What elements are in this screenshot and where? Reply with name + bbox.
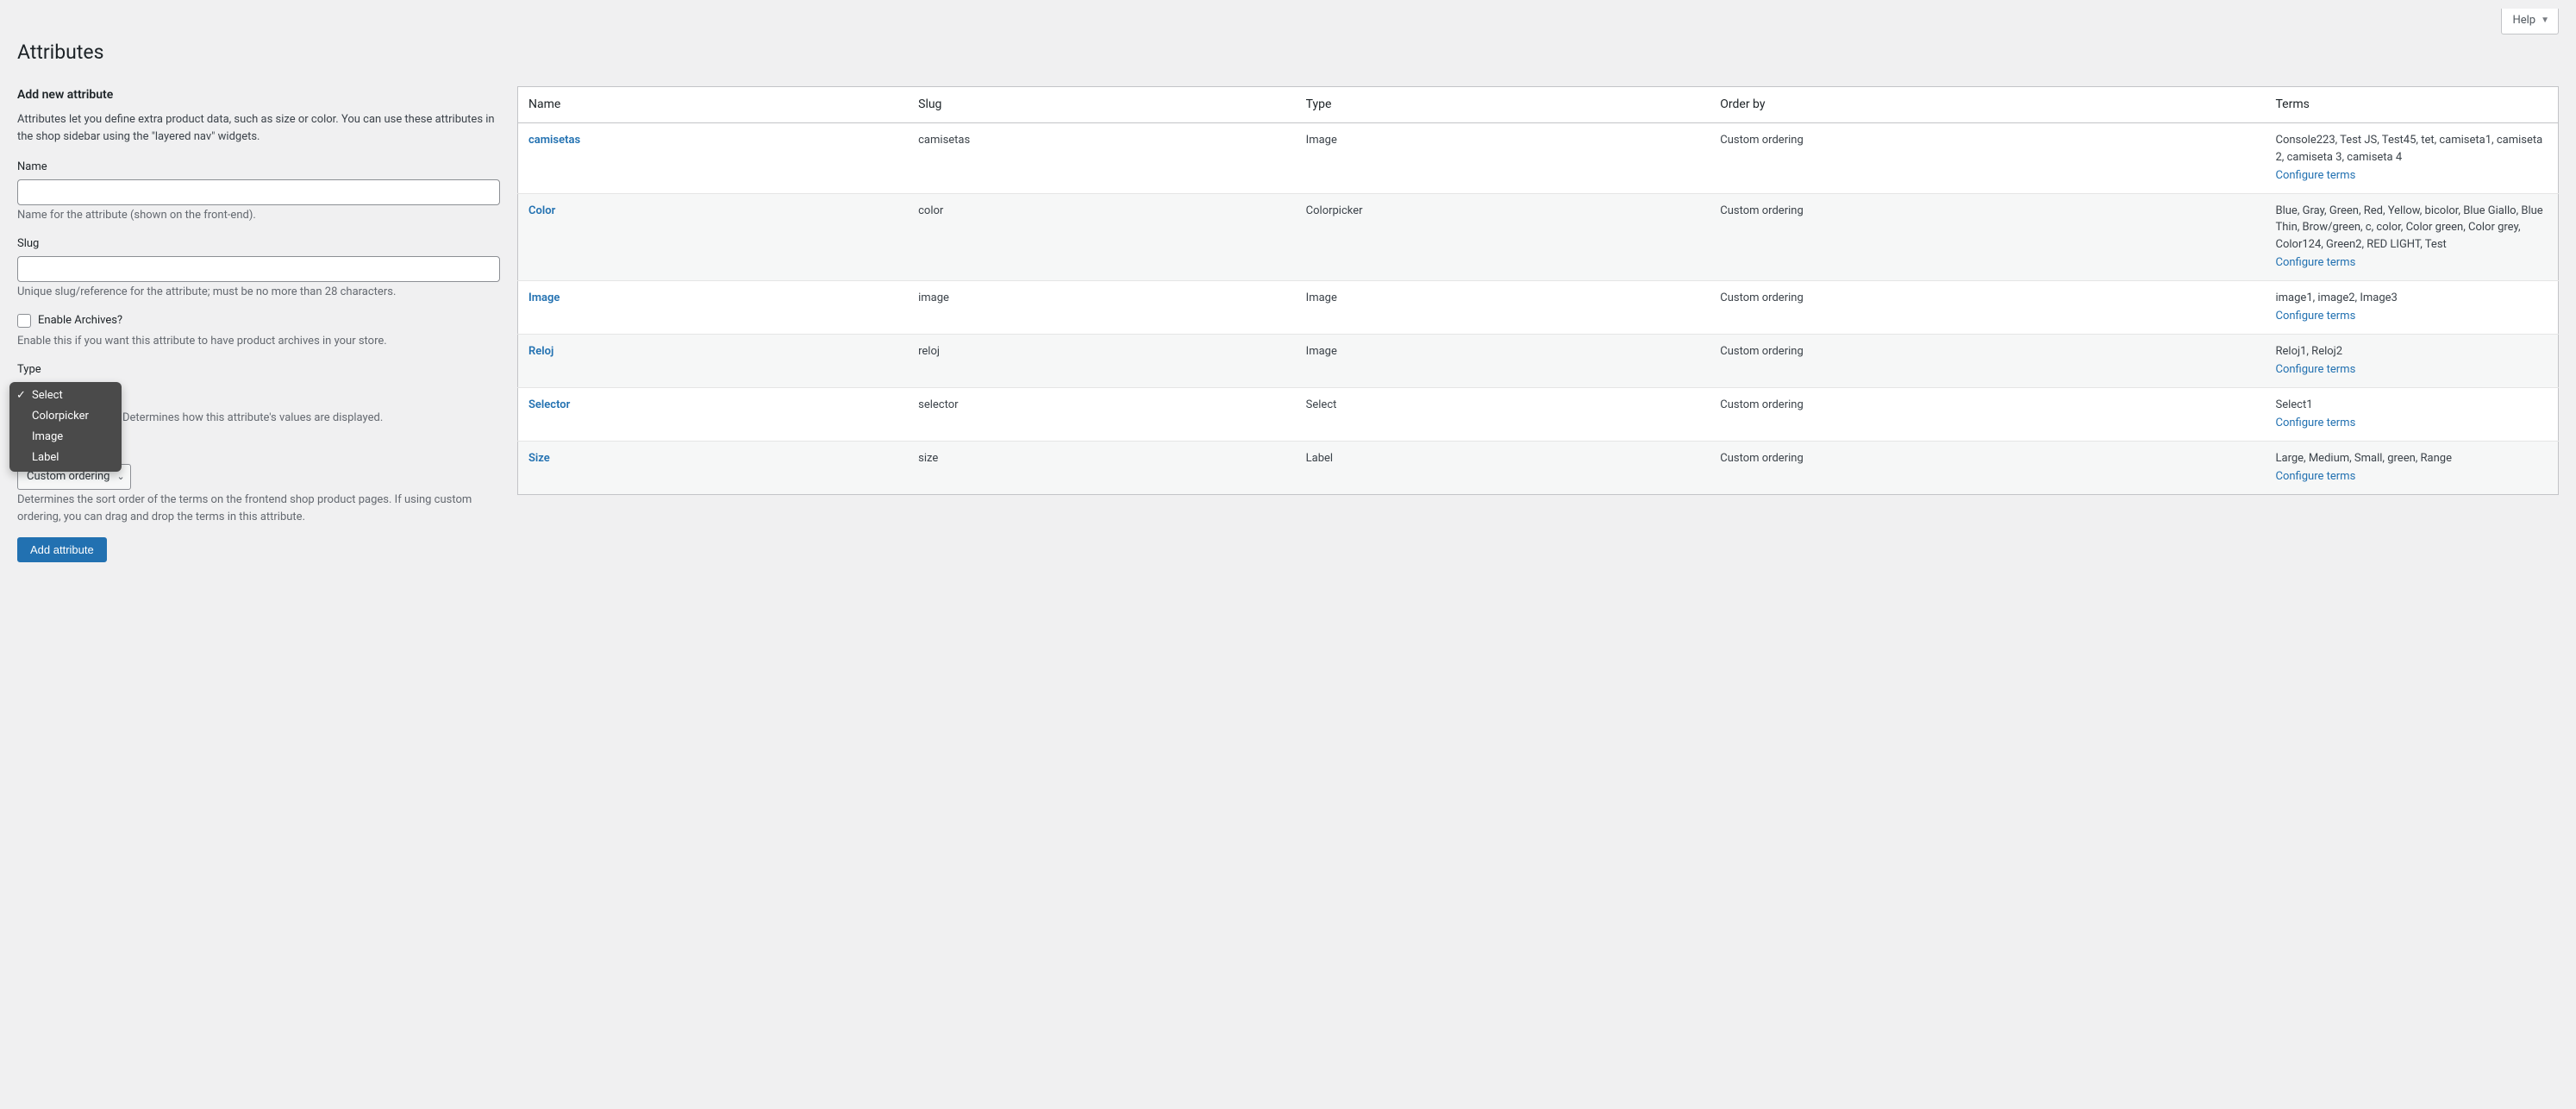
attribute-order: Custom ordering [1710, 193, 2265, 280]
attribute-order: Custom ordering [1710, 280, 2265, 334]
attribute-order: Custom ordering [1710, 334, 2265, 387]
enable-archives-checkbox[interactable] [17, 314, 31, 328]
attribute-order: Custom ordering [1710, 441, 2265, 494]
attribute-terms: Blue, Gray, Green, Red, Yellow, bicolor,… [2276, 203, 2548, 254]
table-row: Reloj relojImageCustom ordering Reloj1, Re… [518, 334, 2559, 387]
attribute-slug: image [908, 280, 1296, 334]
table-row: Size sizeLabelCustom ordering Large, Mediu… [518, 441, 2559, 494]
add-attribute-intro: Attributes let you define extra product … [17, 111, 500, 145]
page-title: Attributes [17, 38, 2559, 68]
th-type: Type [1296, 87, 1710, 123]
help-label: Help [2512, 12, 2535, 29]
th-name: Name [518, 87, 909, 123]
configure-terms-link[interactable]: Configure terms [2276, 417, 2356, 429]
attributes-table: Name Slug Type Order by Terms camisetasc… [517, 86, 2559, 495]
slug-hint: Unique slug/reference for the attribute;… [17, 284, 500, 301]
attribute-terms: Large, Medium, Small, green, Range [2276, 450, 2548, 467]
configure-terms-link[interactable]: Configure terms [2276, 470, 2356, 483]
attribute-type: Select [1296, 387, 1710, 441]
attribute-slug: size [908, 441, 1296, 494]
th-slug: Slug [908, 87, 1296, 123]
type-label: Type [17, 361, 500, 379]
configure-terms-link[interactable]: Configure terms [2276, 310, 2356, 323]
enable-archives-label: Enable Archives? [38, 312, 122, 329]
attribute-slug: camisetas [908, 123, 1296, 194]
attribute-slug: color [908, 193, 1296, 280]
attribute-slug: selector [908, 387, 1296, 441]
table-row: camisetascamisetasImageCustom orderingCo… [518, 123, 2559, 194]
type-option[interactable]: Colorpicker [9, 406, 122, 427]
name-hint: Name for the attribute (shown on the fro… [17, 207, 500, 224]
attribute-terms: Reloj1, Reloj2 [2276, 343, 2548, 360]
attribute-name-link[interactable]: Size [528, 452, 550, 465]
configure-terms-link[interactable]: Configure terms [2276, 169, 2356, 182]
attribute-name-link[interactable]: Color [528, 204, 555, 217]
type-option[interactable]: Select [9, 385, 122, 406]
attribute-type: Image [1296, 334, 1710, 387]
table-row: ImageimageImageCustom orderingimage1, im… [518, 280, 2559, 334]
attribute-name-link[interactable]: Image [528, 291, 560, 304]
th-terms: Terms [2266, 87, 2559, 123]
enable-archives-hint: Enable this if you want this attribute t… [17, 333, 500, 350]
attribute-terms: Console223, Test JS, Test45, tet, camise… [2276, 132, 2548, 166]
slug-label: Slug [17, 235, 500, 253]
add-attribute-heading: Add new attribute [17, 86, 500, 104]
attribute-order: Custom ordering [1710, 123, 2265, 194]
name-label: Name [17, 159, 500, 176]
chevron-down-icon: ⌄ [116, 470, 124, 485]
configure-terms-link[interactable]: Configure terms [2276, 256, 2356, 269]
table-row: Selector selectorSelectCustom ordering Sel… [518, 387, 2559, 441]
attribute-terms: image1, image2, Image3 [2276, 290, 2548, 307]
attribute-name-link[interactable]: Reloj [528, 345, 553, 358]
th-order: Order by [1710, 87, 2265, 123]
type-option[interactable]: Label [9, 448, 122, 468]
attribute-type: Image [1296, 123, 1710, 194]
table-row: Color colorColorpickerCustom orderingBlue… [518, 193, 2559, 280]
attribute-type: Colorpicker [1296, 193, 1710, 280]
name-input[interactable] [17, 179, 500, 205]
attribute-type: Label [1296, 441, 1710, 494]
attribute-slug: reloj [908, 334, 1296, 387]
attribute-order: Custom ordering [1710, 387, 2265, 441]
attribute-name-link[interactable]: camisetas [528, 134, 580, 147]
sort-order-hint: Determines the sort order of the terms o… [17, 492, 500, 525]
attribute-name-link[interactable]: Selector [528, 398, 570, 411]
attribute-terms: Select1 [2276, 397, 2548, 414]
type-dropdown: SelectColorpickerImageLabel [9, 382, 122, 472]
slug-input[interactable] [17, 256, 500, 282]
attribute-type: Image [1296, 280, 1710, 334]
configure-terms-link[interactable]: Configure terms [2276, 363, 2356, 376]
dropdown-triangle-icon: ▼ [2541, 14, 2549, 27]
add-attribute-button[interactable]: Add attribute [17, 537, 107, 562]
help-tab[interactable]: Help ▼ [2501, 9, 2559, 34]
type-option[interactable]: Image [9, 427, 122, 448]
